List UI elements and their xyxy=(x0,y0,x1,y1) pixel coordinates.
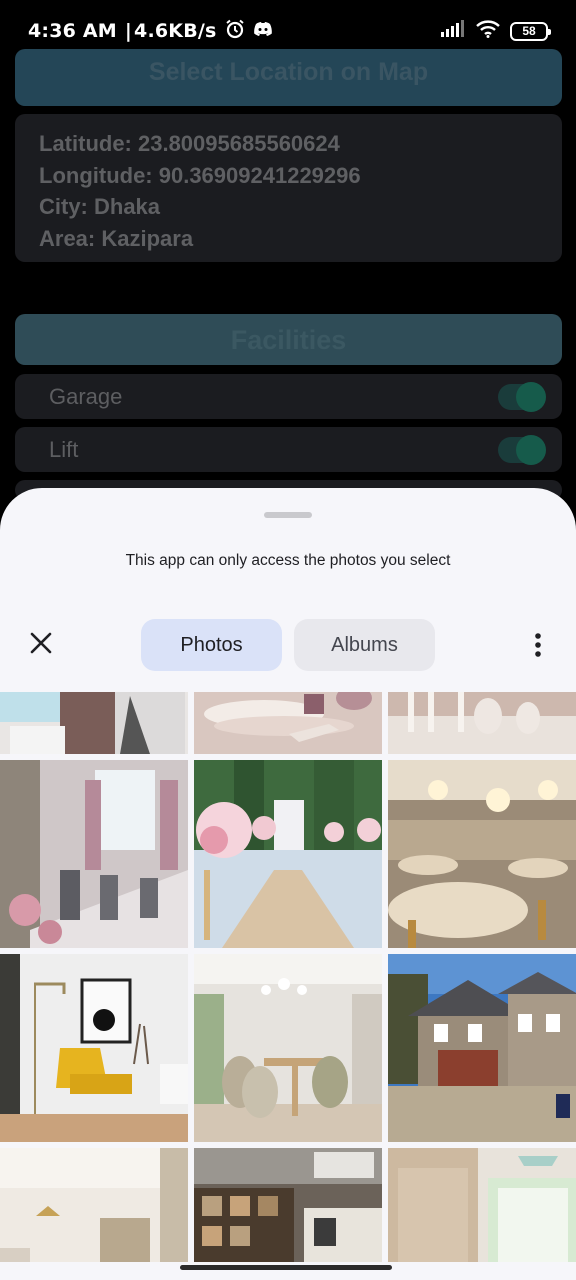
clock: 4:36 AM xyxy=(28,20,117,42)
facility-row-lift: Lift xyxy=(15,427,562,472)
photo-picker-sheet: This app can only access the photos you … xyxy=(0,488,576,1280)
location-info-card: Latitude: 23.80095685560624 Longitude: 9… xyxy=(15,114,562,262)
close-icon xyxy=(30,632,52,654)
battery-level: 58 xyxy=(522,24,536,38)
dining-room-photo[interactable] xyxy=(194,954,382,1142)
more-options-button[interactable] xyxy=(524,629,552,661)
more-vert-icon xyxy=(535,633,541,657)
drag-handle[interactable] xyxy=(264,512,312,518)
suburban-house-photo[interactable] xyxy=(388,954,576,1142)
wifi-icon xyxy=(476,19,500,43)
facilities-header: Facilities xyxy=(15,314,562,365)
longitude-text: Longitude: 90.36909241229296 xyxy=(39,162,361,188)
glassware-photo[interactable] xyxy=(388,692,576,754)
bedroom-photo[interactable] xyxy=(0,1148,188,1262)
tab-photos[interactable]: Photos xyxy=(141,619,282,671)
status-bar: 4:36 AM | 4.6KB/s 58 xyxy=(0,0,576,62)
wedding-aisle-photo[interactable] xyxy=(194,760,382,948)
background-app: Select Location on Map Latitude: 23.8009… xyxy=(0,0,576,500)
garage-toggle[interactable] xyxy=(498,381,546,412)
city-text: City: Dhaka xyxy=(39,194,161,219)
banquet-dining-photo[interactable] xyxy=(0,760,188,948)
signal-icon xyxy=(440,19,466,43)
latitude-text: Latitude: 23.80095685560624 xyxy=(39,131,340,156)
network-speed: 4.6KB/s xyxy=(134,20,217,42)
facility-row-garage: Garage xyxy=(15,374,562,419)
bright-room-photo[interactable] xyxy=(388,1148,576,1262)
facility-label: Lift xyxy=(49,436,79,462)
table-setting-photo[interactable] xyxy=(194,692,382,754)
battery-icon: 58 xyxy=(510,21,551,41)
close-button[interactable] xyxy=(26,628,56,658)
access-notice: This app can only access the photos you … xyxy=(125,552,451,569)
area-text: Area: Kazipara xyxy=(39,225,194,251)
ballroom-photo[interactable] xyxy=(388,760,576,948)
people-photo[interactable] xyxy=(0,692,188,754)
facility-label: Garage xyxy=(49,383,123,409)
discord-icon xyxy=(253,20,273,42)
tab-albums[interactable]: Albums xyxy=(294,619,435,671)
alarm-icon xyxy=(225,19,245,44)
office-interior-photo[interactable] xyxy=(194,1148,382,1262)
status-separator: | xyxy=(124,20,133,42)
yellow-armchair-photo[interactable] xyxy=(0,954,188,1142)
home-indicator[interactable] xyxy=(180,1265,392,1270)
photo-grid xyxy=(0,692,576,1262)
lift-toggle[interactable] xyxy=(498,434,546,465)
